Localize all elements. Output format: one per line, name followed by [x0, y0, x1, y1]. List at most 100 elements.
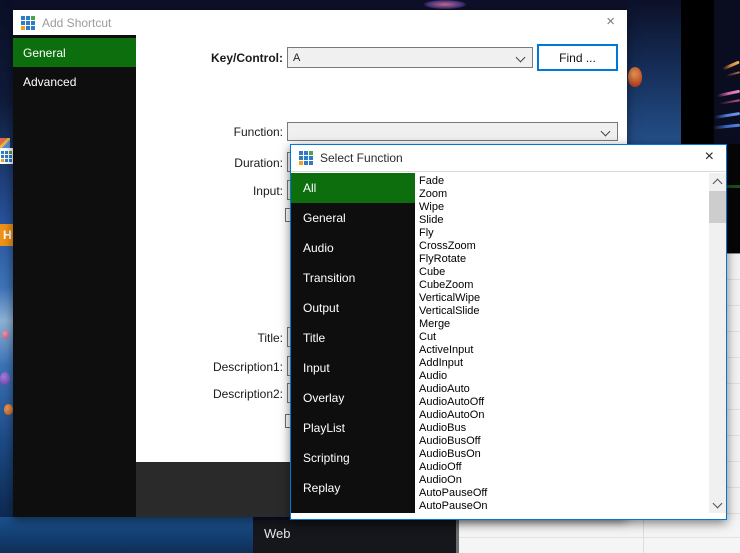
- category-tab[interactable]: General: [291, 203, 415, 233]
- scrollbar[interactable]: [709, 173, 726, 513]
- function-list-item[interactable]: Cut: [419, 331, 709, 344]
- category-tab-label: Transition: [303, 271, 355, 285]
- chevron-down-icon: [601, 127, 611, 137]
- category-tab[interactable]: Input: [291, 353, 415, 383]
- close-icon[interactable]: ×: [606, 12, 615, 32]
- category-tab[interactable]: All: [291, 173, 415, 203]
- key-control-label: Key/Control:: [113, 51, 283, 65]
- category-tab[interactable]: PlayList: [291, 413, 415, 443]
- category-tab-label: Replay: [303, 481, 340, 495]
- category-tab[interactable]: Replay: [291, 473, 415, 503]
- category-tab-label: Title: [303, 331, 325, 345]
- description1-label: Description1:: [113, 360, 283, 374]
- function-list-item[interactable]: AudioBus: [419, 422, 709, 435]
- category-tab-label: All: [303, 181, 316, 195]
- balloon-image: [0, 372, 10, 385]
- function-list-item[interactable]: Slide: [419, 214, 709, 227]
- dialog-title: Select Function: [320, 151, 403, 165]
- title-label: Title:: [113, 331, 283, 345]
- balloon-image: [2, 330, 9, 339]
- category-tab[interactable]: Title: [291, 323, 415, 353]
- category-tab[interactable]: Overlay: [291, 383, 415, 413]
- category-tab-label: PlayList: [303, 421, 345, 435]
- balloon-image: [628, 67, 642, 87]
- function-list-item[interactable]: AudioOn: [419, 474, 709, 487]
- function-list-item[interactable]: FlyRotate: [419, 253, 709, 266]
- function-list-item[interactable]: AudioOff: [419, 461, 709, 474]
- function-list-item[interactable]: AudioAutoOff: [419, 396, 709, 409]
- function-list-item[interactable]: CubeZoom: [419, 279, 709, 292]
- chevron-down-icon: [516, 53, 526, 63]
- function-list-item[interactable]: Merge: [419, 318, 709, 331]
- select-function-titlebar[interactable]: Select Function ×: [291, 145, 726, 172]
- function-list-item[interactable]: Wipe: [419, 201, 709, 214]
- function-list-item[interactable]: VerticalSlide: [419, 305, 709, 318]
- vmix-logo-icon: [299, 151, 313, 165]
- function-list-item[interactable]: AddInput: [419, 357, 709, 370]
- key-control-combobox[interactable]: A: [287, 47, 533, 68]
- category-tab-label: Input: [303, 361, 330, 375]
- background-window-icon: [0, 148, 13, 164]
- function-list-item[interactable]: Audio: [419, 370, 709, 383]
- input-label: Input:: [113, 184, 283, 198]
- wallpaper-highlight: [424, 0, 466, 9]
- chevron-down-icon: [713, 499, 723, 509]
- web-tab-bar[interactable]: Web: [253, 520, 456, 553]
- scrollbar-down-button[interactable]: [709, 496, 726, 513]
- function-label: Function:: [113, 125, 283, 139]
- function-list-item[interactable]: AudioBusOff: [419, 435, 709, 448]
- function-list-item[interactable]: Fly: [419, 227, 709, 240]
- add-shortcut-titlebar[interactable]: Add Shortcut ×: [13, 10, 627, 35]
- category-tab-label: General: [303, 211, 346, 225]
- find-button[interactable]: Find ...: [537, 44, 618, 71]
- function-combobox[interactable]: [287, 122, 618, 141]
- function-list-item[interactable]: AudioAuto: [419, 383, 709, 396]
- chevron-up-icon: [713, 179, 723, 189]
- category-tab-label: Scripting: [303, 451, 350, 465]
- thumbnail-icon: [0, 138, 10, 148]
- category-tab-label: Overlay: [303, 391, 344, 405]
- balloon-image: [4, 404, 13, 415]
- function-list-item[interactable]: CrossZoom: [419, 240, 709, 253]
- category-tab[interactable]: Output: [291, 293, 415, 323]
- description2-label: Description2:: [113, 387, 283, 401]
- function-list-item[interactable]: VerticalWipe: [419, 292, 709, 305]
- vmix-logo-icon: [1, 151, 12, 162]
- category-tab[interactable]: Transition: [291, 263, 415, 293]
- select-function-sidebar: All General Audio Transition Output: [291, 173, 415, 513]
- duration-label: Duration:: [113, 156, 283, 170]
- wallpaper-water: [0, 517, 253, 553]
- scrollbar-up-button[interactable]: [709, 173, 726, 190]
- web-tab-label: Web: [264, 526, 291, 541]
- category-tab-label: Audio: [303, 241, 334, 255]
- sidebar-tab-label: Advanced: [23, 75, 76, 89]
- background-window-panel: [456, 520, 740, 553]
- vmix-logo-icon: [21, 16, 35, 30]
- category-tab[interactable]: Scripting: [291, 443, 415, 473]
- wallpaper-top-strip: [13, 0, 680, 10]
- background-window-rows: [727, 144, 740, 520]
- partial-button: H: [0, 224, 13, 246]
- function-list-item[interactable]: AudioBusOn: [419, 448, 709, 461]
- add-shortcut-sidebar: General Advanced: [13, 35, 136, 517]
- function-list-item[interactable]: AutoPauseOn: [419, 500, 709, 513]
- background-black-panel: [681, 0, 714, 144]
- wallpaper-left-strip: [0, 0, 13, 553]
- select-function-dialog: Select Function × All General Audio Tran…: [290, 144, 727, 520]
- key-control-value: A: [293, 52, 300, 64]
- function-list-item[interactable]: Fade: [419, 175, 709, 188]
- function-list-item[interactable]: AudioAutoOn: [419, 409, 709, 422]
- scrollbar-thumb[interactable]: [709, 191, 726, 223]
- dialog-title: Add Shortcut: [42, 16, 111, 30]
- category-tab-label: Output: [303, 301, 339, 315]
- category-tab[interactable]: Audio: [291, 233, 415, 263]
- function-list-item[interactable]: Zoom: [419, 188, 709, 201]
- function-list-item[interactable]: ActiveInput: [419, 344, 709, 357]
- function-list-item[interactable]: AutoPauseOff: [419, 487, 709, 500]
- sidebar-tab[interactable]: Advanced: [13, 67, 136, 96]
- sidebar-tab-label: General: [23, 46, 66, 60]
- close-icon[interactable]: ×: [705, 147, 714, 167]
- desktop: H Web Add Shortcut ×: [0, 0, 740, 553]
- function-list-item[interactable]: Cube: [419, 266, 709, 279]
- function-list[interactable]: Fade Zoom Wipe Slide Fly CrossZoom FlyRo…: [415, 173, 709, 513]
